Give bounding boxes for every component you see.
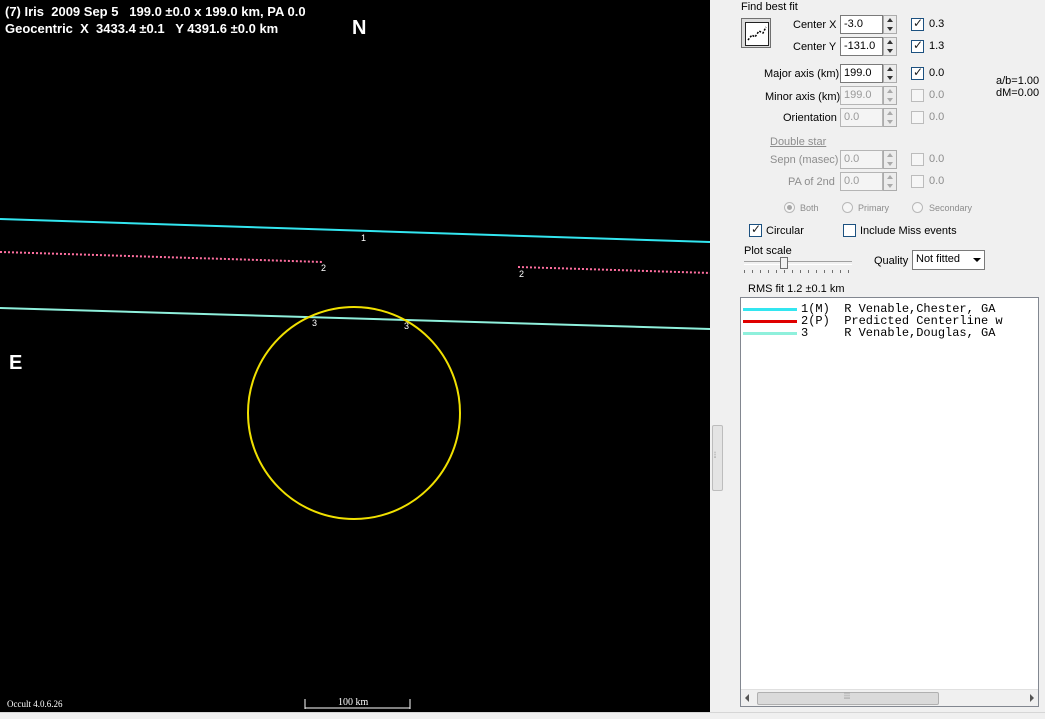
observer-list[interactable]: 1(M) R Venable,Chester, GA 2(P) Predicte… [740, 297, 1039, 707]
radio-secondary-label: Secondary [929, 203, 973, 213]
center-x-uncertainty: 0.3 [929, 18, 945, 30]
center-x-spinner[interactable] [883, 15, 897, 34]
east-label: E [9, 352, 23, 374]
fit-panel: Find best fit Center X -3.0 0.3 Center Y… [723, 0, 1045, 712]
plot-title-line1: (7) Iris 2009 Sep 5 199.0 ±0.0 x 199.0 k… [5, 4, 306, 19]
pa2nd-spinner[interactable] [883, 172, 897, 191]
circular-label: Circular [766, 225, 804, 237]
chord-2-line-left [0, 251, 324, 263]
dm-value: dM=0.00 [996, 87, 1040, 99]
quality-value: Not fitted [916, 253, 961, 265]
pa2nd-checkbox[interactable] [911, 175, 924, 188]
sepn-checkbox[interactable] [911, 153, 924, 166]
find-best-fit-label: Find best fit [741, 1, 798, 13]
rms-fit-label: RMS fit 1.2 ±0.1 km [748, 283, 845, 295]
major-axis-label: Major axis (km) [764, 68, 840, 80]
orientation-input[interactable]: 0.0 [840, 108, 883, 127]
minor-axis-spinner[interactable] [883, 86, 897, 105]
chord-3-line [0, 307, 710, 330]
major-axis-spinner[interactable] [883, 64, 897, 83]
chord-1-line [0, 218, 710, 243]
scroll-left-icon[interactable] [745, 694, 749, 702]
orientation-label: Orientation [783, 112, 837, 124]
north-label: N [352, 17, 367, 39]
center-x-input[interactable]: -3.0 [840, 15, 883, 34]
pa2nd-input[interactable]: 0.0 [840, 172, 883, 191]
chord-label-1: 1 [361, 233, 367, 243]
center-y-label: Center Y [793, 41, 837, 53]
slider-thumb[interactable] [780, 257, 788, 269]
include-miss-checkbox[interactable] [843, 224, 856, 237]
sepn-input[interactable]: 0.0 [840, 150, 883, 169]
scrollbar-thumb[interactable]: ⦙⦙⦙ [757, 691, 939, 705]
radio-secondary[interactable] [912, 202, 923, 213]
minor-axis-uncertainty: 0.0 [929, 89, 945, 101]
radio-primary-label: Primary [858, 203, 889, 213]
occultation-plot[interactable]: (7) Iris 2009 Sep 5 199.0 ±0.0 x 199.0 k… [0, 0, 710, 712]
pa2nd-uncertainty: 0.0 [929, 175, 945, 187]
major-axis-input[interactable]: 199.0 [840, 64, 883, 83]
orientation-checkbox[interactable] [911, 111, 924, 124]
center-y-uncertainty: 1.3 [929, 40, 945, 52]
center-x-label: Center X [793, 19, 837, 31]
circular-checkbox[interactable] [749, 222, 762, 237]
center-x-checkbox[interactable] [911, 16, 924, 31]
scale-bar-label: 100 km [338, 697, 369, 708]
pa2nd-label: PA of 2nd [788, 176, 835, 188]
chord-label-3b: 3 [404, 321, 410, 331]
quality-label: Quality [874, 255, 909, 267]
find-best-fit-button[interactable] [741, 18, 771, 48]
panel-splitter[interactable]: ⦙ [710, 0, 723, 712]
minor-axis-input[interactable]: 199.0 [840, 86, 883, 105]
sepn-uncertainty: 0.0 [929, 153, 945, 165]
ab-ratio: a/b=1.00 [996, 75, 1040, 87]
minor-axis-checkbox[interactable] [911, 89, 924, 102]
sepn-spinner[interactable] [883, 150, 897, 169]
plot-canvas [0, 218, 710, 709]
list-item-color [743, 320, 797, 323]
chevron-down-icon [973, 258, 981, 262]
plot-title-line2: Geocentric X 3433.4 ±0.1 Y 4391.6 ±0.0 k… [5, 21, 279, 36]
center-y-checkbox[interactable] [911, 38, 924, 53]
center-y-spinner[interactable] [883, 37, 897, 56]
chord-label-3a: 3 [312, 318, 318, 328]
center-y-input[interactable]: -131.0 [840, 37, 883, 56]
plot-scale-slider[interactable] [744, 257, 852, 276]
splitter-grip[interactable]: ⦙ [712, 425, 723, 491]
major-axis-uncertainty: 0.0 [929, 67, 945, 79]
orientation-spinner[interactable] [883, 108, 897, 127]
scroll-right-icon[interactable] [1030, 694, 1034, 702]
radio-both[interactable] [784, 202, 795, 213]
minor-axis-label: Minor axis (km) [765, 91, 841, 103]
quality-select[interactable]: Not fitted [912, 250, 985, 270]
list-item[interactable]: 3 R Venable,Douglas, GA [741, 326, 1038, 340]
list-item-color [743, 308, 797, 311]
chord-2-line-right [517, 266, 710, 274]
list-item-text: 3 R Venable,Douglas, GA [801, 326, 996, 340]
chord-label-2b: 2 [519, 269, 525, 279]
plot-scale-label: Plot scale [744, 245, 792, 257]
major-axis-checkbox[interactable] [911, 65, 924, 80]
orientation-uncertainty: 0.0 [929, 111, 945, 123]
list-horizontal-scrollbar[interactable]: ⦙⦙⦙ [741, 689, 1038, 706]
list-item-color [743, 332, 797, 335]
include-miss-label: Include Miss events [860, 225, 957, 237]
chord-label-2a: 2 [321, 263, 327, 273]
sepn-label: Sepn (masec) [770, 154, 839, 166]
version-label: Occult 4.0.6.26 [7, 699, 63, 709]
asteroid-outline [247, 306, 461, 520]
double-star-label: Double star [770, 136, 827, 148]
radio-primary[interactable] [842, 202, 853, 213]
radio-both-label: Both [800, 203, 819, 213]
chart-icon [745, 22, 769, 46]
